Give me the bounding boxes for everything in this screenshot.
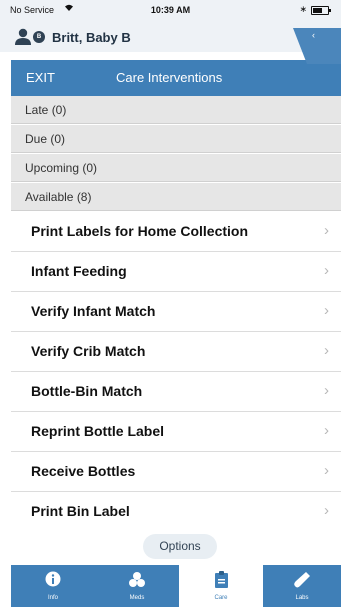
chevron-right-icon: › [324, 262, 329, 279]
intervention-row[interactable]: Bottle-Bin Match › [11, 372, 341, 412]
chevron-right-icon: › [324, 462, 329, 479]
tab-info[interactable]: Info [11, 565, 95, 607]
pills-icon [95, 571, 179, 589]
group-upcoming[interactable]: Upcoming (0) [11, 154, 341, 182]
chevron-right-icon: › [324, 382, 329, 399]
options-button[interactable]: Options [143, 534, 217, 559]
intervention-row[interactable]: Infant Feeding › [11, 252, 341, 292]
intervention-row[interactable]: Receive Bottles › [11, 452, 341, 492]
intervention-label: Verify Crib Match [31, 343, 146, 359]
status-bar: No Service 10:39 AM ∗ [0, 0, 341, 20]
group-label: Late (0) [25, 103, 67, 117]
chevron-right-icon: › [324, 502, 329, 519]
chevron-right-icon: › [324, 422, 329, 439]
intervention-label: Reprint Bottle Label [31, 423, 165, 439]
intervention-label: Print Bin Label [31, 503, 130, 519]
intervention-label: Infant Feeding [31, 263, 127, 279]
tab-bar: Info Meds Care Labs [11, 565, 341, 607]
battery-icon [311, 6, 331, 15]
intervention-row[interactable]: Verify Infant Match › [11, 292, 341, 332]
group-label: Upcoming (0) [25, 161, 98, 175]
interventions-list: Print Labels for Home Collection › Infan… [11, 212, 341, 531]
intervention-row[interactable]: Print Bin Label › [11, 492, 341, 531]
patient-badge: B [33, 31, 45, 43]
intervention-row[interactable]: Verify Crib Match › [11, 332, 341, 372]
group-label: Available (8) [25, 190, 92, 204]
chevron-right-icon: › [324, 342, 329, 359]
info-icon [11, 571, 95, 589]
patient-header: B Britt, Baby B [0, 20, 341, 52]
chevron-right-icon: › [324, 222, 329, 239]
intervention-row[interactable]: Print Labels for Home Collection › [11, 212, 341, 252]
tab-label: Care [214, 595, 228, 601]
tab-label: Info [47, 595, 58, 601]
tab-labs[interactable]: Labs [263, 565, 341, 607]
clock-text: 10:39 AM [150, 5, 191, 15]
intervention-label: Verify Infant Match [31, 303, 156, 319]
app-frame: No Service 10:39 AM ∗ B Britt, Baby B ‹ … [0, 0, 341, 607]
intervention-label: Receive Bottles [31, 463, 136, 479]
group-label: Due (0) [25, 132, 66, 146]
bluetooth-icon: ∗ [299, 4, 307, 14]
group-late[interactable]: Late (0) [11, 96, 341, 124]
test-tube-icon [263, 571, 341, 589]
nav-bar: EXIT Care Interventions [11, 60, 341, 96]
person-icon [14, 28, 32, 45]
group-available[interactable]: Available (8) [11, 183, 341, 211]
tab-label: Labs [295, 595, 309, 601]
page-title: Care Interventions [116, 70, 223, 85]
intervention-row[interactable]: Reprint Bottle Label › [11, 412, 341, 452]
tab-meds[interactable]: Meds [95, 565, 179, 607]
side-panel-handle[interactable]: ‹ [293, 28, 341, 64]
intervention-label: Print Labels for Home Collection [31, 223, 249, 239]
clipboard-icon [179, 571, 263, 589]
exit-button[interactable]: EXIT [26, 70, 55, 85]
chevron-left-icon: ‹ [312, 30, 315, 40]
chevron-right-icon: › [324, 302, 329, 319]
group-due[interactable]: Due (0) [11, 125, 341, 153]
tab-label: Meds [129, 595, 145, 601]
intervention-label: Bottle-Bin Match [31, 383, 143, 399]
patient-name: Britt, Baby B [52, 30, 131, 45]
tab-care[interactable]: Care [179, 565, 263, 607]
